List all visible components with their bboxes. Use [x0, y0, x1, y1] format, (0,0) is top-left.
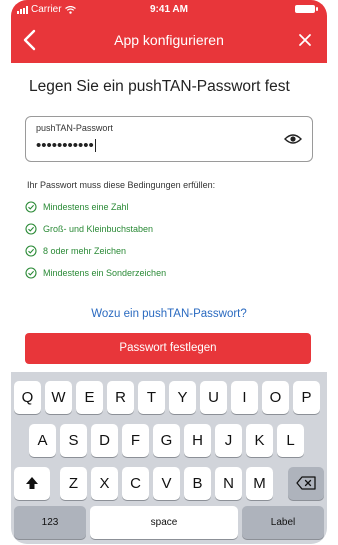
key-c[interactable]: C [122, 467, 149, 500]
key-q[interactable]: Q [14, 381, 41, 414]
key-d[interactable]: D [91, 424, 118, 457]
key-y[interactable]: Y [169, 381, 196, 414]
text-caret [94, 139, 96, 152]
shift-arrow-icon [26, 477, 38, 489]
status-time: 9:41 AM [150, 4, 188, 15]
key-k[interactable]: K [246, 424, 273, 457]
key-h[interactable]: H [184, 424, 211, 457]
close-icon [299, 34, 311, 46]
key-s[interactable]: S [60, 424, 87, 457]
key-f[interactable]: F [122, 424, 149, 457]
password-input[interactable]: ••••••••••• [36, 137, 96, 154]
key-r[interactable]: R [107, 381, 134, 414]
condition-item: 8 oder mehr Zeichen [25, 240, 315, 262]
return-key[interactable]: Label [242, 506, 324, 539]
condition-label: Groß- und Kleinbuchstaben [43, 224, 154, 234]
nav-title: App konfigurieren [114, 32, 224, 48]
navigation-bar: App konfigurieren [11, 22, 327, 62]
key-i[interactable]: I [231, 381, 258, 414]
key-l[interactable]: L [277, 424, 304, 457]
backspace-key[interactable] [288, 467, 324, 500]
phone-screen: Carrier 9:41 AM App konfigurieren Legen … [11, 0, 327, 544]
key-b[interactable]: B [184, 467, 211, 500]
keyboard-row-4: 123 space Label [11, 506, 327, 539]
key-n[interactable]: N [215, 467, 242, 500]
key-x[interactable]: X [91, 467, 118, 500]
key-t[interactable]: T [138, 381, 165, 414]
key-a[interactable]: A [29, 424, 56, 457]
condition-label: Mindestens ein Sonderzeichen [43, 268, 167, 278]
key-z[interactable]: Z [60, 467, 87, 500]
back-button[interactable] [17, 26, 45, 54]
keyboard-row-2: A S D F G H J K L [11, 424, 327, 457]
check-circle-icon [25, 245, 37, 257]
condition-item: Groß- und Kleinbuchstaben [25, 218, 315, 240]
condition-label: Mindestens eine Zahl [43, 202, 129, 212]
conditions-list: Mindestens eine Zahl Groß- und Kleinbuch… [25, 196, 315, 284]
status-bar: Carrier 9:41 AM [11, 0, 327, 18]
key-o[interactable]: O [262, 381, 289, 414]
condition-label: 8 oder mehr Zeichen [43, 246, 127, 256]
key-p[interactable]: P [293, 381, 320, 414]
key-j[interactable]: J [215, 424, 242, 457]
conditions-heading: Ihr Passwort muss diese Bedingungen erfü… [27, 180, 216, 190]
key-v[interactable]: V [153, 467, 180, 500]
backspace-icon [296, 476, 316, 490]
check-circle-icon [25, 267, 37, 279]
key-u[interactable]: U [200, 381, 227, 414]
numbers-key[interactable]: 123 [14, 506, 86, 539]
chevron-left-icon [23, 29, 36, 51]
key-g[interactable]: G [153, 424, 180, 457]
check-circle-icon [25, 201, 37, 213]
keyboard: Q W E R T Y U I O P A S D F G H J K L Z … [11, 372, 327, 544]
condition-item: Mindestens eine Zahl [25, 196, 315, 218]
check-circle-icon [25, 223, 37, 235]
keyboard-row-1: Q W E R T Y U I O P [11, 381, 327, 414]
keyboard-row-3: Z X C V B N M [11, 467, 327, 500]
eye-icon [284, 134, 302, 144]
key-m[interactable]: M [246, 467, 273, 500]
battery-icon [295, 5, 318, 13]
key-e[interactable]: E [76, 381, 103, 414]
space-key[interactable]: space [90, 506, 238, 539]
top-bar: Carrier 9:41 AM App konfigurieren [11, 0, 327, 63]
key-w[interactable]: W [45, 381, 72, 414]
set-password-button[interactable]: Passwort festlegen [25, 333, 311, 364]
show-password-button[interactable] [284, 131, 302, 147]
help-link[interactable]: Wozu ein pushTAN-Passwort? [11, 308, 327, 320]
shift-key[interactable] [14, 467, 50, 500]
close-button[interactable] [293, 28, 317, 52]
password-value: ••••••••••• [36, 137, 94, 154]
page-title: Legen Sie ein pushTAN-Passwort fest [29, 78, 290, 95]
condition-item: Mindestens ein Sonderzeichen [25, 262, 315, 284]
password-field-label: pushTAN-Passwort [36, 123, 113, 133]
password-field[interactable]: pushTAN-Passwort ••••••••••• [25, 116, 313, 162]
